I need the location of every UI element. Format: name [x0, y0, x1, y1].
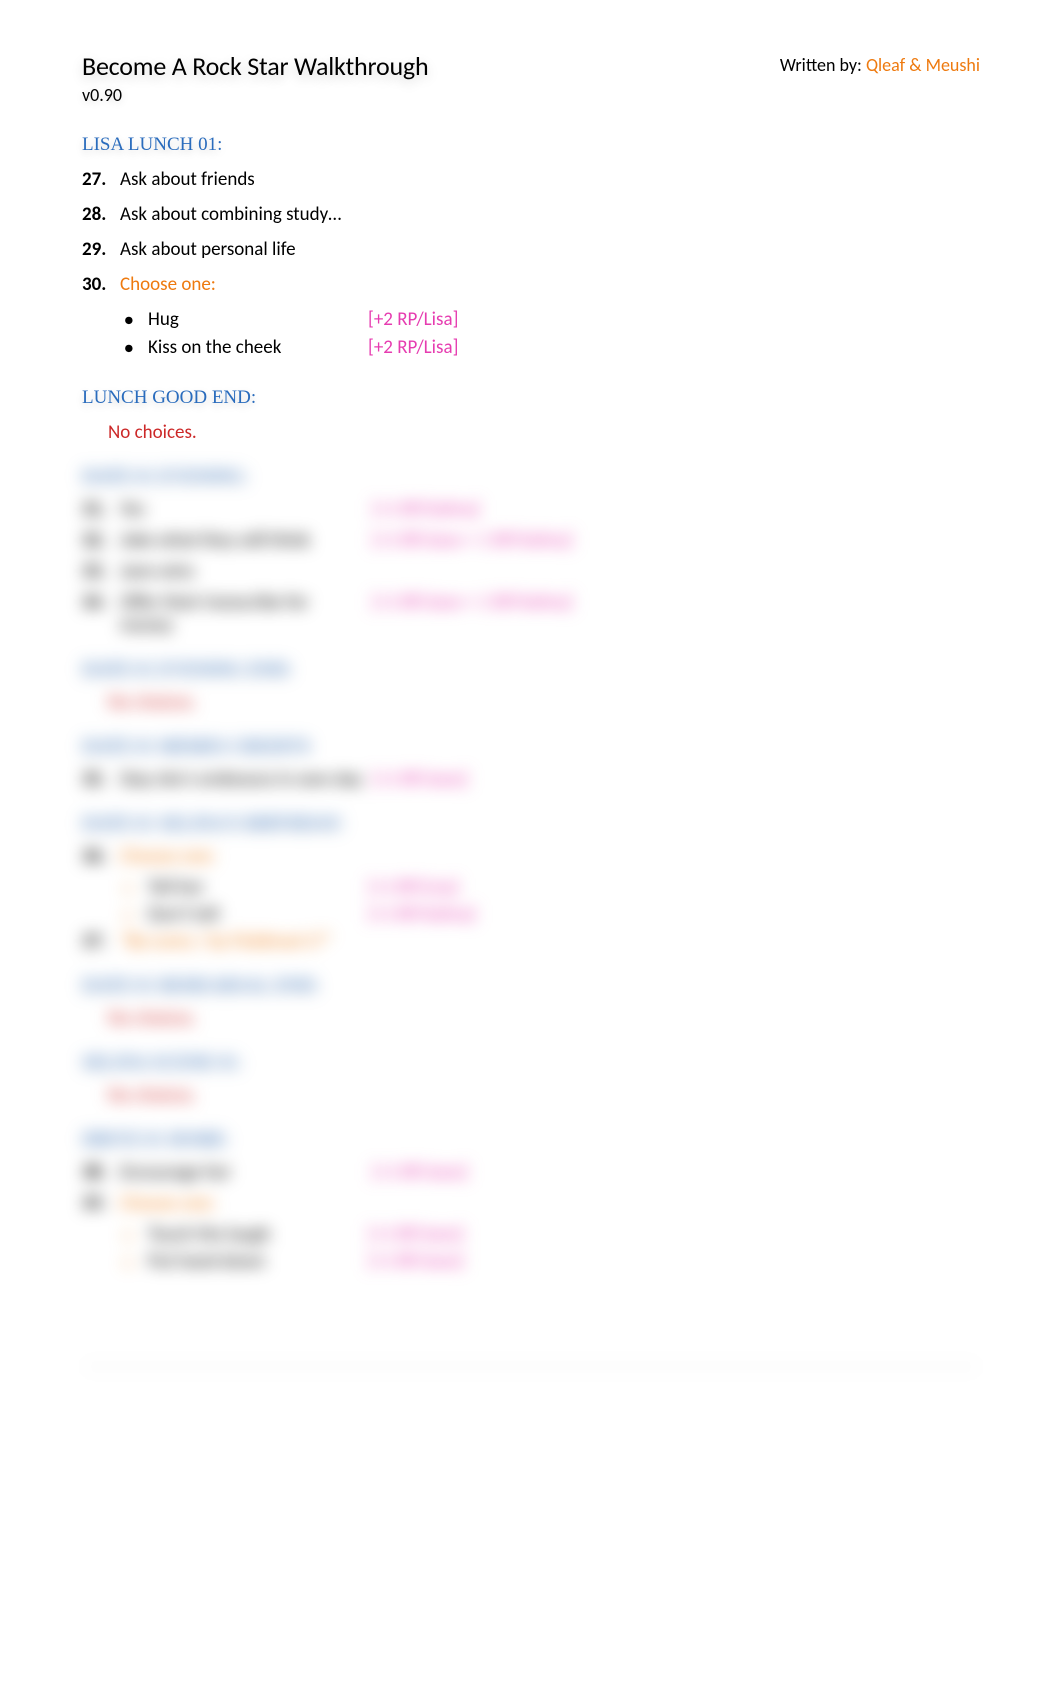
step-text: Offer their transcribe for money: [120, 591, 364, 637]
bullet-label: Kiss on the cheek: [148, 336, 368, 359]
step-39: 39. Choose one:: [82, 1192, 980, 1215]
choose-one-label: Choose one:: [120, 1192, 216, 1215]
section-date-evening: DATE 01 EVENING:: [82, 466, 980, 488]
bullet-label: Put hand down: [148, 1250, 368, 1273]
step-text: Jane wins: [120, 560, 194, 583]
section-selina-birthday: DATE 01 SELINA'S BIRTHDAY:: [82, 813, 980, 835]
no-choices-text: No choices.: [108, 421, 980, 444]
step-text: Ask about personal life: [120, 238, 296, 261]
step-number: 36.: [82, 845, 112, 868]
no-choices-text: No choices.: [108, 691, 980, 714]
section-drive-home: DRIVE 01 HOME:: [82, 1129, 980, 1151]
step-35: 35. Stay she's embraces in own day [+1 R…: [82, 768, 980, 791]
written-by-label: Written by:: [780, 54, 862, 76]
reward-text: [+1 RP/Jane]: [368, 1223, 464, 1246]
bullet-hug: ● Hug [+2 RP/Lisa]: [124, 308, 980, 331]
bullet-touch: ○ Touch the laugh [+1 RP/Jane]: [124, 1223, 980, 1246]
step-text: Joke what they will think: [120, 529, 364, 552]
bullet-label: Don't tell: [148, 903, 368, 926]
step-28: 28. Ask about combining study…: [82, 203, 980, 226]
step-34: 34. Offer their transcribe for money [+1…: [82, 591, 980, 637]
page-title: Become A Rock Star Walkthrough: [82, 50, 428, 82]
step-29: 29. Ask about personal life: [82, 238, 980, 261]
step-36: 36. Choose one:: [82, 845, 980, 868]
no-choices-text: No choices.: [108, 1084, 980, 1107]
bullet-icon: ○: [124, 880, 148, 897]
step-27: 27. Ask about friends: [82, 168, 980, 191]
bullet-icon: ○: [124, 907, 148, 924]
section-selina-scene: SELINA SCENE 01:: [82, 1052, 980, 1074]
bullet-icon: ●: [124, 311, 148, 330]
reward-text: [+1 RP/Jane]: [372, 768, 468, 791]
bullet-label: Touch the laugh: [148, 1223, 368, 1246]
step-31: 31. Yes [+1 RP/Selina]: [82, 498, 980, 521]
version-label: v0.90: [82, 84, 428, 106]
written-by: Written by: Qleaf & Meushi: [780, 54, 980, 76]
step-number: 32.: [82, 529, 112, 552]
step-number: 38.: [82, 1161, 112, 1184]
bullet-dont: ○ Don't tell [+1 RP/Selina]: [124, 903, 980, 926]
authors: Qleaf & Meushi: [866, 54, 980, 76]
step-number: 31.: [82, 498, 112, 521]
step-number: 30.: [82, 273, 112, 296]
section-lunch-good-end: LUNCH GOOD END:: [82, 387, 980, 409]
section-rehearsal-end: DATE 01 REHEARSAL END:: [82, 975, 980, 997]
step-number: 34.: [82, 591, 112, 614]
step-text: Yes: [120, 498, 364, 521]
no-choices-text: No choices.: [108, 1007, 980, 1030]
choose-one-label: Choose one:: [120, 845, 216, 868]
reward-text: [+2 RP/Lisa]: [368, 308, 458, 331]
step-text: Stay she's embraces in own day: [120, 768, 364, 791]
bullet-tell: ○ Tell her [+1 RP/Lisa]: [124, 876, 980, 899]
section-evening-end: DATE 01 EVENING END:: [82, 659, 980, 681]
bullet-label: Tell her: [148, 876, 368, 899]
step-30: 30. Choose one:: [82, 273, 980, 296]
step-32: 32. Joke what they will think [+1 RP/Jan…: [82, 529, 980, 552]
step-number: 39.: [82, 1192, 112, 1215]
choose-one-label: Choose one:: [120, 273, 216, 296]
reward-text: [+1 RP/Selina]: [372, 498, 480, 521]
step-text: "By-cores / by Fieldman's?": [120, 930, 331, 953]
blurred-preview: DATE 01 EVENING: 31. Yes [+1 RP/Selina] …: [82, 466, 980, 1365]
step-text: Ask about combining study…: [120, 203, 341, 226]
reward-text: [+2 RP/Lisa]: [368, 336, 458, 359]
section-memes-credits: DATE 01 MEMES CREDITS: [82, 736, 980, 758]
header: Become A Rock Star Walkthrough v0.90 Wri…: [82, 50, 980, 106]
reward-text: [+1 RP/Selina]: [368, 903, 476, 926]
step-number: 28.: [82, 203, 112, 226]
bullet-put: ○ Put hand down [+1 RP/Jane]: [124, 1250, 980, 1273]
bullet-icon: ●: [124, 339, 148, 358]
reward-text: [+1 RP/Jane]: [368, 1250, 464, 1273]
bullet-icon: ○: [124, 1227, 148, 1244]
step-33: 33. Jane wins: [82, 560, 980, 583]
step-number: 27.: [82, 168, 112, 191]
reward-text: [+1 RP/Lisa]: [368, 876, 458, 899]
bullet-kiss: ● Kiss on the cheek [+2 RP/Lisa]: [124, 336, 980, 359]
step-38: 38. Encourage her [+1 RP/Jane]: [82, 1161, 980, 1184]
step-text: Ask about friends: [120, 168, 255, 191]
step-37: 37. "By-cores / by Fieldman's?": [82, 930, 980, 953]
step-number: 37.: [82, 930, 112, 953]
section-lisa-lunch: LISA LUNCH 01:: [82, 134, 980, 156]
reward-text: [+1 RP/Jane + 1 RP/Selina]: [372, 591, 572, 614]
bullet-label: Hug: [148, 308, 368, 331]
reward-text: [+1 RP/Jane]: [372, 1161, 468, 1184]
step-text: Encourage her: [120, 1161, 364, 1184]
bullet-icon: ○: [124, 1254, 148, 1271]
reward-text: [+1 RP/Jane + 1 RP/Selina]: [372, 529, 572, 552]
title-block: Become A Rock Star Walkthrough v0.90: [82, 50, 428, 106]
step-number: 33.: [82, 560, 112, 583]
step-number: 35.: [82, 768, 112, 791]
step-number: 29.: [82, 238, 112, 261]
footer-divider: [82, 1363, 980, 1365]
